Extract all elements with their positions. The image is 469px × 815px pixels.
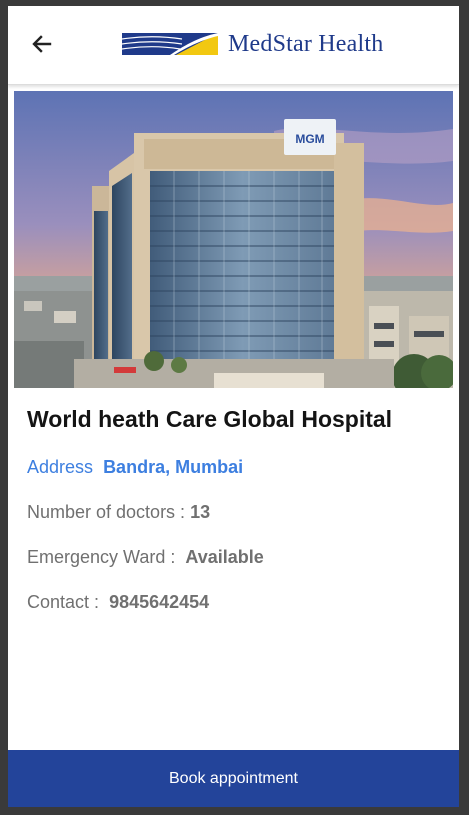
address-value: Bandra, Mumbai — [103, 457, 244, 477]
emergency-status: Available — [185, 547, 264, 567]
emergency-label: Emergency Ward : — [27, 547, 176, 567]
app-screen: MedStar Health MGM World heath Care Glob… — [8, 6, 459, 807]
medstar-logo: MedStar Health — [122, 28, 422, 60]
contact-number: 9845642454 — [109, 592, 210, 612]
logo-text: MedStar Health — [228, 30, 384, 57]
arrow-left-icon — [32, 35, 52, 53]
address-label: Address — [27, 457, 94, 477]
back-button[interactable] — [26, 28, 58, 60]
hospital-name: World heath Care Global Hospital — [27, 406, 393, 432]
logo-mark — [122, 33, 218, 55]
emergency-row: Emergency Ward : Available — [27, 547, 447, 592]
doctors-count: 13 — [190, 502, 211, 522]
book-appointment-button[interactable]: Book appointment — [8, 750, 459, 807]
app-bar: MedStar Health — [8, 6, 459, 85]
doctors-row: Number of doctors : 13 — [27, 502, 447, 547]
contact-row: Contact : 9845642454 — [27, 592, 447, 637]
hospital-building-image: MGM — [14, 91, 453, 388]
building-sign: MGM — [295, 132, 324, 146]
contact-label: Contact : — [27, 592, 100, 612]
hospital-image: MGM — [14, 91, 453, 388]
address-row: Address Bandra, Mumbai — [27, 457, 447, 502]
hospital-details: World heath Care Global Hospital Address… — [27, 406, 447, 637]
doctors-label: Number of doctors : — [27, 502, 186, 522]
